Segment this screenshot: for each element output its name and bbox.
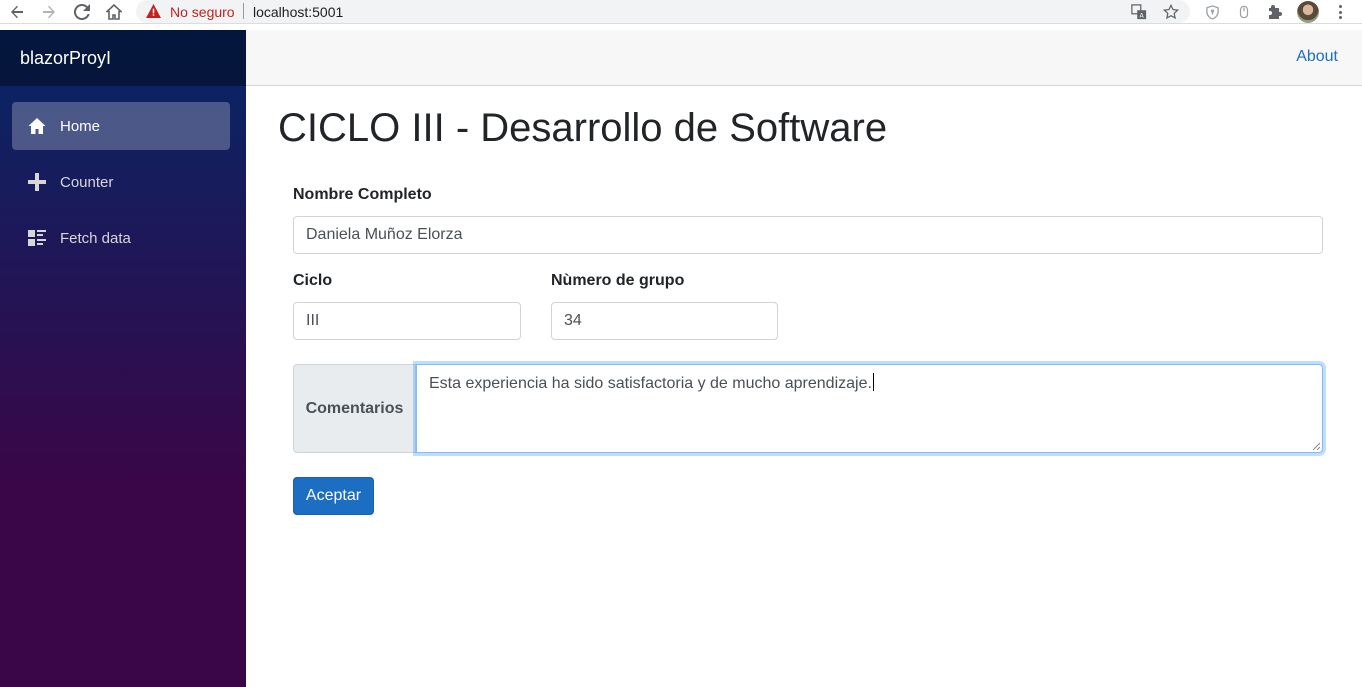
list-rich-icon (28, 229, 46, 247)
top-row: About (246, 30, 1362, 86)
back-icon[interactable] (7, 2, 27, 22)
security-status[interactable]: No seguro (170, 4, 235, 20)
forward-icon[interactable] (39, 2, 59, 22)
sidebar-item-counter[interactable]: Counter (12, 158, 230, 206)
sidebar-item-label: Home (60, 117, 101, 135)
cycle-value: III (306, 312, 320, 329)
mouse-extension-icon[interactable] (1234, 2, 1254, 22)
shield-extension-icon[interactable] (1202, 2, 1222, 22)
resize-handle-icon[interactable] (1312, 442, 1320, 450)
home-page-icon[interactable] (104, 2, 124, 22)
about-link[interactable]: About (1296, 48, 1338, 66)
text-caret (872, 373, 874, 391)
sidebar-item-label: Fetch data (60, 229, 131, 247)
full-name-input[interactable]: Daniela Muñoz Elorza (293, 216, 1323, 254)
full-name-label: Nombre Completo (293, 186, 432, 203)
address-bar[interactable]: No seguro localhost:5001 A (136, 0, 1190, 23)
cycle-input[interactable]: III (293, 302, 521, 340)
main-content: CICLO III - Desarrollo de Software Nombr… (246, 86, 1362, 687)
sidebar-item-label: Counter (60, 173, 114, 191)
home-icon (28, 117, 46, 135)
group-number-input[interactable]: 34 (551, 302, 778, 340)
page-title: CICLO III - Desarrollo de Software (278, 106, 888, 150)
warning-icon[interactable] (146, 4, 161, 18)
extensions-puzzle-icon[interactable] (1265, 2, 1285, 22)
reload-icon[interactable] (72, 2, 92, 22)
browser-toolbar: No seguro localhost:5001 A (0, 0, 1362, 24)
browser-menu-icon[interactable] (1333, 3, 1347, 21)
submit-button[interactable]: Aceptar (293, 477, 374, 515)
nav-menu: Home Counter Fetch data (0, 86, 246, 262)
svg-text:A: A (1140, 12, 1145, 19)
brand-row: blazorProyI (0, 30, 246, 86)
sidebar: blazorProyI Home Counter Fetch data (0, 30, 246, 687)
full-name-value: Daniela Muñoz Elorza (306, 226, 463, 243)
comments-textarea[interactable]: Esta experiencia ha sido satisfactoria y… (416, 364, 1323, 453)
plus-icon (28, 173, 46, 191)
url-divider (243, 3, 244, 19)
sidebar-item-home[interactable]: Home (12, 102, 230, 150)
comments-label: Comentarios (293, 364, 416, 453)
group-number-value: 34 (564, 312, 582, 329)
brand-link[interactable]: blazorProyI (20, 48, 111, 69)
group-number-label: Nùmero de grupo (551, 272, 685, 289)
sidebar-item-fetch-data[interactable]: Fetch data (12, 214, 230, 262)
cycle-label: Ciclo (293, 272, 333, 289)
comments-value: Esta experiencia ha sido satisfactoria y… (429, 375, 872, 392)
translate-icon[interactable]: A (1130, 3, 1148, 21)
bookmark-star-icon[interactable] (1162, 3, 1180, 21)
url-text[interactable]: localhost:5001 (253, 4, 343, 20)
profile-avatar[interactable] (1297, 1, 1319, 23)
